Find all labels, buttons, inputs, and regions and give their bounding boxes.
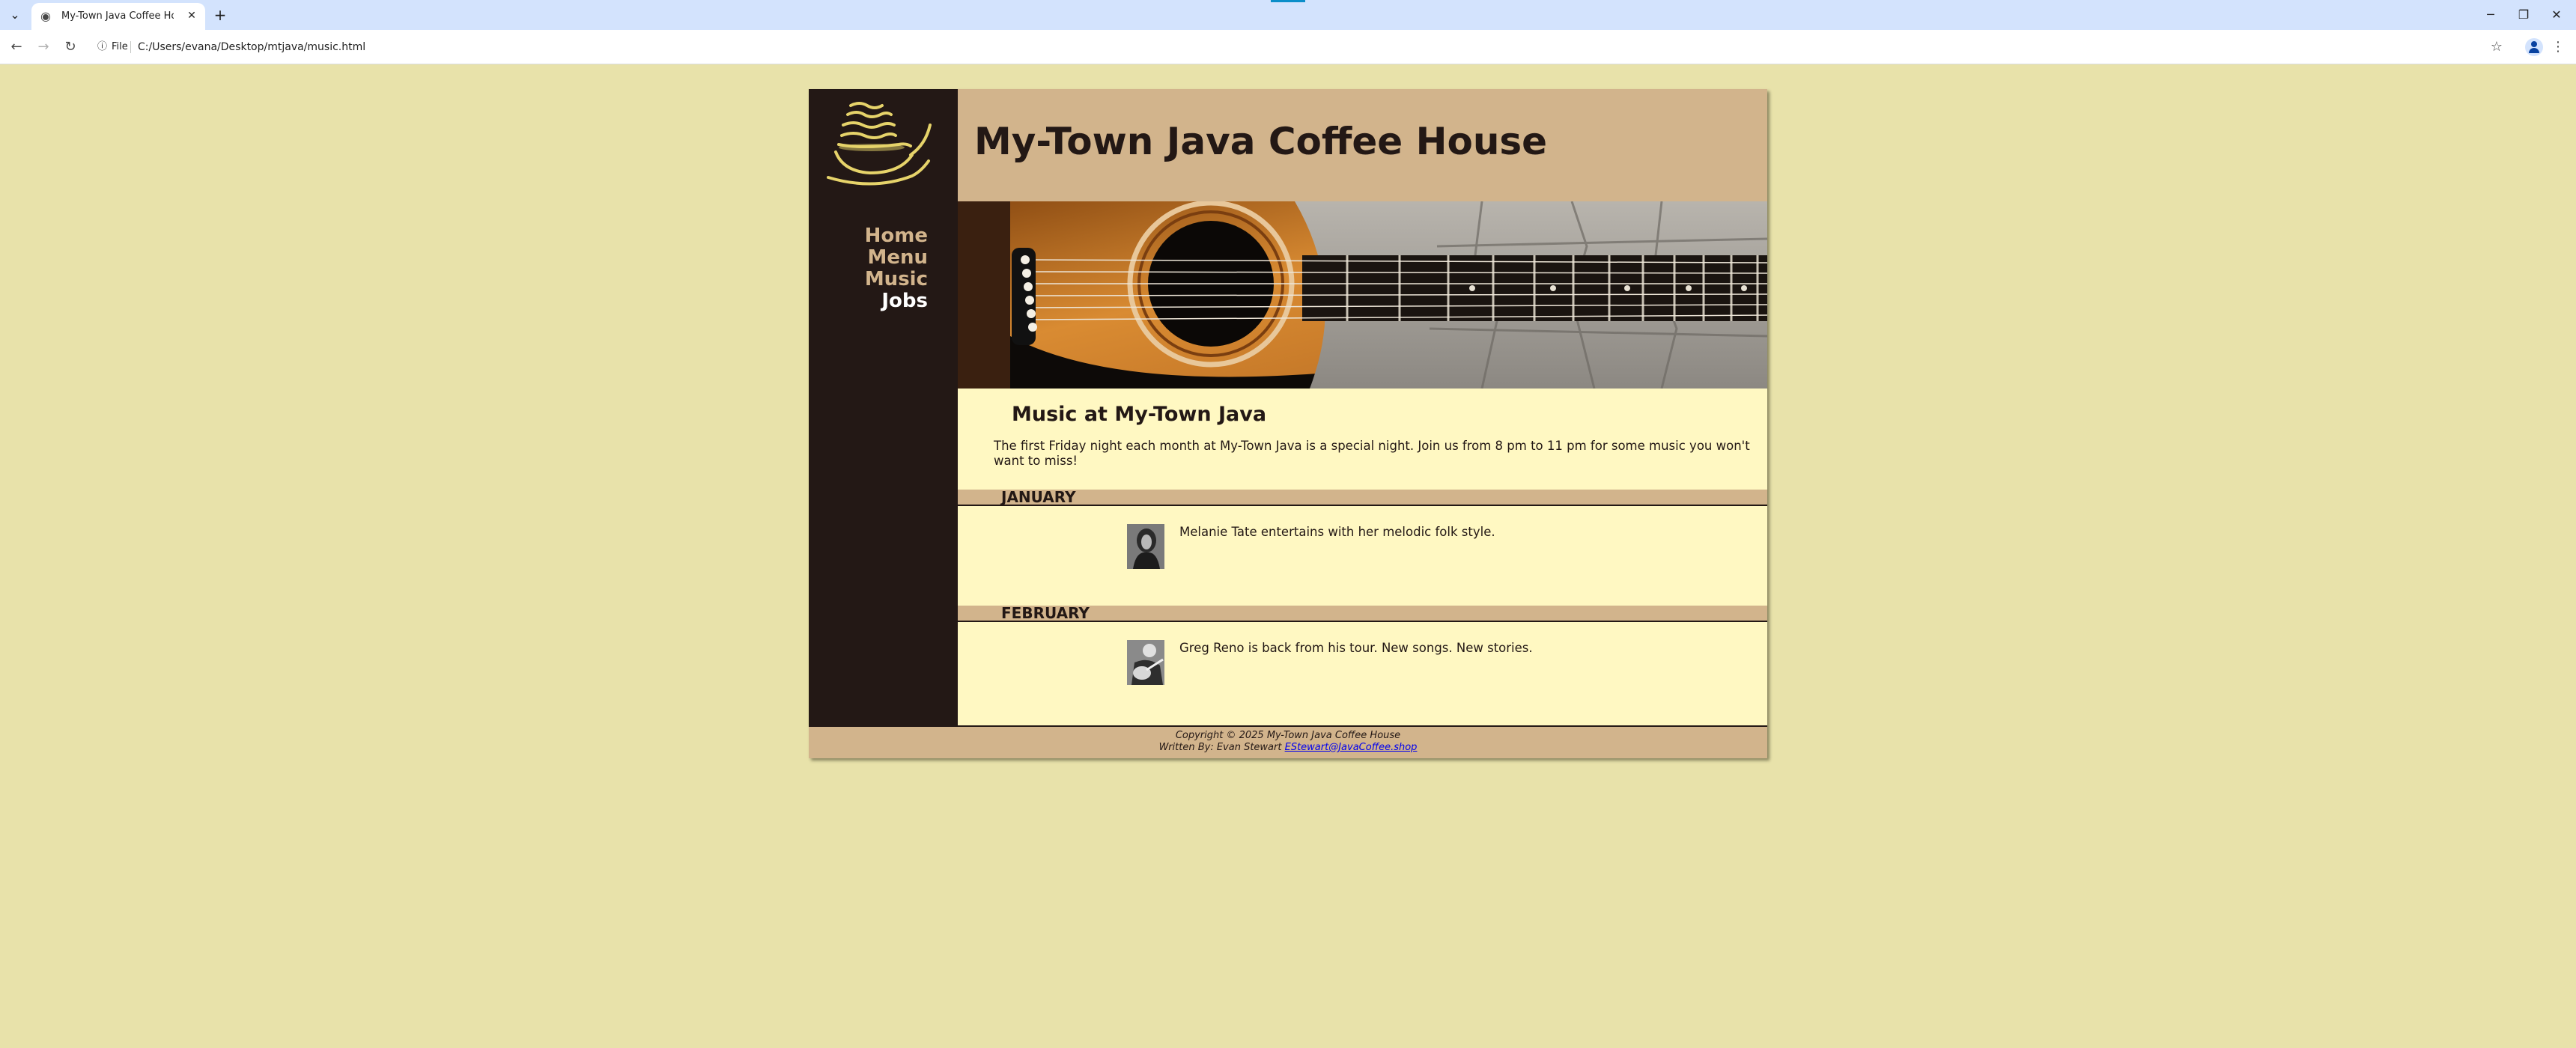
performer-february: Greg Reno is back from his tour. New son… [958, 640, 1767, 685]
info-icon: ⓘ [97, 41, 108, 52]
nav-music-link[interactable]: Music [809, 269, 958, 290]
site-info-chip[interactable]: ⓘ File [93, 39, 134, 55]
month-header-january: JANUARY [958, 490, 1767, 506]
author-text: Written By: Evan Stewart [1158, 742, 1282, 753]
browser-tab[interactable]: ◉ My-Town Java Coffee House M ✕ [31, 3, 205, 30]
guitar-hero-image [958, 201, 1767, 389]
performer-photo-melanie [1127, 524, 1164, 569]
page-wrapper: Home Menu Music Jobs My-Town Java Coffee… [809, 89, 1767, 758]
site-title: My-Town Java Coffee House [974, 120, 1548, 163]
copyright-text: Copyright © 2025 My-Town Java Coffee Hou… [1175, 730, 1401, 741]
sidebar: Home Menu Music Jobs [809, 89, 958, 725]
site-header: My-Town Java Coffee House [958, 89, 1767, 201]
profile-icon[interactable] [2525, 38, 2543, 56]
page-heading: Music at My-Town Java [1012, 403, 1267, 426]
minimize-icon[interactable]: ─ [2476, 4, 2506, 25]
performer-january: Melanie Tate entertains with her melodic… [958, 524, 1767, 569]
back-arrow-icon[interactable]: ← [7, 38, 25, 56]
main-nav: Home Menu Music Jobs [809, 225, 958, 312]
chevron-down-icon[interactable]: ⌄ [6, 6, 24, 24]
site-footer: Copyright © 2025 My-Town Java Coffee Hou… [809, 725, 1767, 758]
browser-toolbar: ← → ↻ ⓘ File C:/Users/evana/Desktop/mtja… [0, 30, 2576, 64]
performer-description: Melanie Tate entertains with her melodic… [1179, 525, 1495, 539]
author-line: Written By: Evan Stewart EStewart@JavaCo… [809, 742, 1767, 754]
nav-home-link[interactable]: Home [809, 225, 958, 247]
month-label: JANUARY [1001, 488, 1076, 506]
plus-icon[interactable]: + [211, 6, 229, 24]
reload-icon[interactable]: ↻ [61, 38, 79, 56]
divider [130, 41, 131, 53]
performer-description: Greg Reno is back from his tour. New son… [1179, 641, 1533, 655]
close-icon[interactable]: ✕ [184, 8, 199, 23]
browser-tab-bar: ⌄ ◉ My-Town Java Coffee House M ✕ + ─ ❐ … [0, 0, 2576, 30]
url-text[interactable]: C:/Users/evana/Desktop/mtjava/music.html [138, 40, 365, 55]
month-label: FEBRUARY [1001, 604, 1090, 622]
month-header-february: FEBRUARY [958, 606, 1767, 622]
kebab-menu-icon[interactable]: ⋮ [2549, 38, 2567, 56]
performer-photo-greg [1127, 640, 1164, 685]
address-bar[interactable]: ⓘ File C:/Users/evana/Desktop/mtjava/mus… [88, 35, 2485, 59]
nav-menu-link[interactable]: Menu [809, 247, 958, 269]
author-email-link[interactable]: EStewart@JavaCoffee.shop [1285, 742, 1418, 753]
window-indicator [1271, 0, 1305, 2]
intro-paragraph: The first Friday night each month at My-… [994, 439, 1750, 468]
file-chip-label: File [112, 41, 128, 52]
coffee-cup-logo [827, 102, 932, 186]
restore-icon[interactable]: ❐ [2509, 4, 2539, 25]
globe-icon: ◉ [40, 9, 51, 23]
forward-arrow-icon[interactable]: → [34, 38, 52, 56]
star-icon[interactable]: ☆ [2488, 38, 2506, 56]
nav-jobs-link[interactable]: Jobs [809, 290, 958, 312]
tab-title: My-Town Java Coffee House M [61, 10, 174, 22]
close-icon[interactable]: ✕ [2542, 4, 2572, 25]
main-content: Music at My-Town Java The first Friday n… [958, 389, 1767, 725]
